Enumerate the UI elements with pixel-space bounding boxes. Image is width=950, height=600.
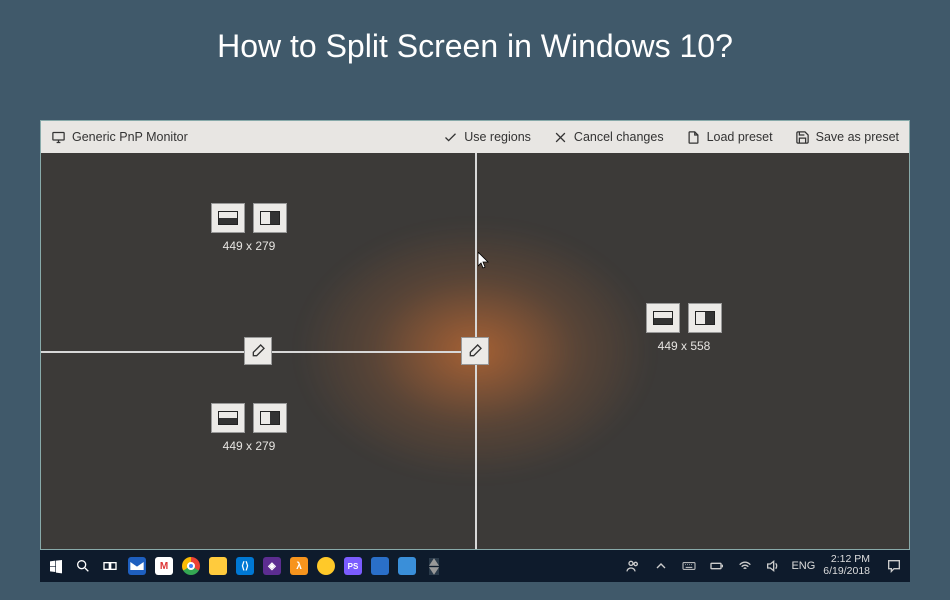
split-vertical-button[interactable] <box>253 203 287 233</box>
scroll-control[interactable] <box>424 556 444 576</box>
cancel-changes-button[interactable]: Cancel changes <box>553 130 664 145</box>
monitor-selector[interactable]: Generic PnP Monitor <box>51 130 188 145</box>
split-horizontal-button[interactable] <box>211 403 245 433</box>
region-editor-window: Generic PnP Monitor Use regions Cancel c… <box>40 120 910 550</box>
taskbar: M ⟨⟩ ◈ λ PS ENG 2:12 PM 6/19/2018 <box>40 550 910 582</box>
save-preset-label: Save as preset <box>816 130 899 144</box>
app-explorer[interactable] <box>208 556 228 576</box>
search-button[interactable] <box>73 556 93 576</box>
app-chrome[interactable] <box>181 556 201 576</box>
tray-people[interactable] <box>623 556 643 576</box>
region-size-label: 449 x 279 <box>223 439 276 453</box>
battery-icon <box>709 558 725 574</box>
app-mail[interactable] <box>127 556 147 576</box>
region-canvas[interactable]: 449 x 279 449 x 279 449 x 558 <box>41 153 909 549</box>
search-icon <box>75 558 91 574</box>
app-blue2[interactable] <box>397 556 417 576</box>
windows-icon <box>48 558 64 574</box>
region-tools-bottom-left: 449 x 279 <box>211 403 287 453</box>
split-horizontal-button[interactable] <box>211 203 245 233</box>
eraser-button-center[interactable] <box>461 337 489 365</box>
tray-volume[interactable] <box>763 556 783 576</box>
save-preset-button[interactable]: Save as preset <box>795 130 899 145</box>
start-button[interactable] <box>46 556 66 576</box>
people-icon <box>625 558 641 574</box>
load-icon <box>686 130 701 145</box>
eraser-icon <box>467 343 483 359</box>
region-size-label: 449 x 558 <box>658 339 711 353</box>
notification-icon <box>886 558 902 574</box>
app-lambda[interactable]: λ <box>289 556 309 576</box>
toolbar: Generic PnP Monitor Use regions Cancel c… <box>41 121 909 153</box>
app-circle[interactable] <box>316 556 336 576</box>
app-gmail[interactable]: M <box>154 556 174 576</box>
system-tray: ENG 2:12 PM 6/19/2018 <box>623 554 904 577</box>
cursor-icon <box>478 252 490 270</box>
app-visualstudio[interactable]: ◈ <box>262 556 282 576</box>
save-icon <box>795 130 810 145</box>
region-size-label: 449 x 279 <box>223 239 276 253</box>
wifi-icon <box>737 558 753 574</box>
cancel-changes-label: Cancel changes <box>574 130 664 144</box>
app-vscode[interactable]: ⟨⟩ <box>235 556 255 576</box>
tray-wifi[interactable] <box>735 556 755 576</box>
chevron-up-icon <box>653 558 669 574</box>
keyboard-icon <box>681 558 697 574</box>
eraser-icon <box>250 343 266 359</box>
tray-keyboard[interactable] <box>679 556 699 576</box>
clock[interactable]: 2:12 PM 6/19/2018 <box>823 554 876 577</box>
date-label: 6/19/2018 <box>823 566 870 578</box>
action-center-button[interactable] <box>884 556 904 576</box>
app-phpstorm[interactable]: PS <box>343 556 363 576</box>
task-view-icon <box>102 558 118 574</box>
use-regions-button[interactable]: Use regions <box>443 130 531 145</box>
check-icon <box>443 130 458 145</box>
tray-chevron-up[interactable] <box>651 556 671 576</box>
language-indicator[interactable]: ENG <box>791 560 815 572</box>
split-vertical-button[interactable] <box>688 303 722 333</box>
region-tools-top-left: 449 x 279 <box>211 203 287 253</box>
tray-battery[interactable] <box>707 556 727 576</box>
page-title: How to Split Screen in Windows 10? <box>0 0 950 83</box>
app-blue1[interactable] <box>370 556 390 576</box>
monitor-label: Generic PnP Monitor <box>72 130 188 144</box>
split-horizontal-button[interactable] <box>646 303 680 333</box>
split-vertical-button[interactable] <box>253 403 287 433</box>
load-preset-label: Load preset <box>707 130 773 144</box>
monitor-icon <box>51 130 66 145</box>
use-regions-label: Use regions <box>464 130 531 144</box>
close-icon <box>553 130 568 145</box>
load-preset-button[interactable]: Load preset <box>686 130 773 145</box>
task-view-button[interactable] <box>100 556 120 576</box>
region-tools-right: 449 x 558 <box>646 303 722 353</box>
volume-icon <box>765 558 781 574</box>
eraser-button-left[interactable] <box>244 337 272 365</box>
